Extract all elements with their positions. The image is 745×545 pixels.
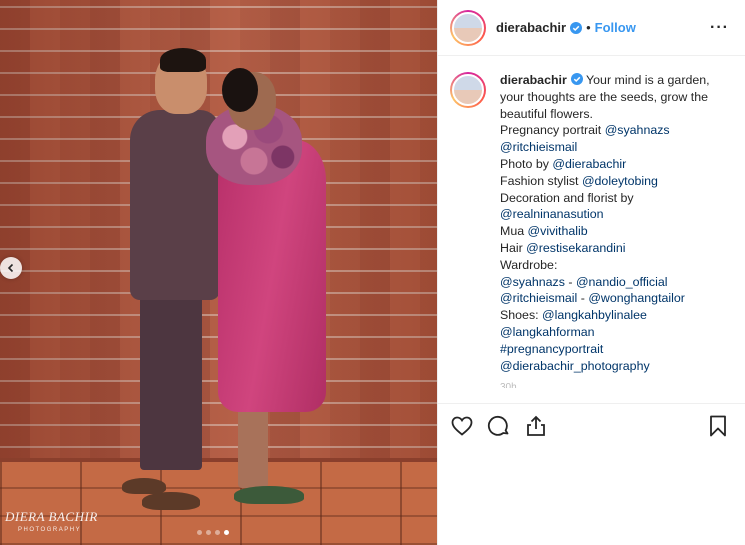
mention-link[interactable]: @langkahbylinalee bbox=[542, 308, 647, 322]
post-container: DIERA BACHIR PHOTOGRAPHY dierabachir • F… bbox=[0, 0, 745, 545]
mention-link[interactable]: @syahnazs bbox=[500, 275, 565, 289]
share-icon bbox=[527, 415, 545, 436]
woman-shoe bbox=[234, 486, 304, 504]
caption-text-segment: Mua bbox=[500, 224, 528, 239]
man-shoe bbox=[142, 492, 200, 510]
bookmark-icon bbox=[710, 415, 726, 437]
caption-line: Pregnancy portrait @syahnazs bbox=[500, 122, 730, 139]
post-timestamp[interactable]: 30h bbox=[500, 380, 730, 388]
caption-line: @syahnazs - @nandio_official bbox=[500, 274, 730, 291]
caption-line: @dierabachir_photography bbox=[500, 358, 730, 375]
woman-hair bbox=[222, 68, 258, 112]
caption-line: @langkahforman bbox=[500, 324, 730, 341]
carousel-dot[interactable] bbox=[224, 530, 229, 535]
mention-link[interactable]: @langkahforman bbox=[500, 325, 595, 339]
comment-bubble-icon bbox=[487, 415, 509, 436]
share-button[interactable] bbox=[524, 414, 548, 438]
more-options-icon[interactable]: ··· bbox=[710, 19, 729, 37]
mention-link[interactable]: @ritchieismail bbox=[500, 140, 577, 154]
caption-username[interactable]: dierabachir bbox=[500, 73, 567, 87]
mention-link[interactable]: @wonghangtailor bbox=[588, 291, 685, 305]
caption-line: Photo by @dierabachir bbox=[500, 156, 730, 173]
caption-line: Mua @vivithalib bbox=[500, 223, 730, 240]
verified-badge-icon bbox=[570, 73, 583, 85]
caption-text-segment: Pregnancy portrait bbox=[500, 123, 605, 138]
mention-link[interactable]: @realninanasution bbox=[500, 207, 604, 221]
post-photo[interactable]: DIERA BACHIR PHOTOGRAPHY bbox=[0, 0, 437, 545]
caption-line: Hair @restisekarandini bbox=[500, 240, 730, 257]
caption-text-segment: - bbox=[564, 274, 576, 289]
mention-link[interactable]: @ritchieismail bbox=[500, 291, 577, 305]
caption-text-segment: Fashion stylist bbox=[500, 173, 582, 188]
caption-text-segment: Hair bbox=[500, 240, 527, 255]
heart-icon bbox=[451, 416, 473, 436]
header-username[interactable]: dierabachir bbox=[496, 20, 566, 35]
mention-link[interactable]: @dierabachir bbox=[552, 157, 626, 171]
verified-badge-icon bbox=[570, 21, 583, 34]
caption-line: #pregnancyportrait bbox=[500, 341, 730, 358]
caption-avatar[interactable] bbox=[450, 72, 486, 108]
post-header: dierabachir • Follow ··· bbox=[438, 0, 745, 56]
mention-link[interactable]: @nandio_official bbox=[576, 275, 668, 289]
mention-link[interactable]: @syahnazs bbox=[605, 123, 670, 137]
caption-text-segment: Photo by bbox=[500, 156, 553, 171]
photo-watermark: DIERA BACHIR bbox=[5, 509, 98, 524]
photo-watermark-sub: PHOTOGRAPHY bbox=[18, 527, 82, 533]
caption-line: @realninanasution bbox=[500, 206, 730, 223]
caption-line: @ritchieismail bbox=[500, 139, 730, 156]
post-sidebar: dierabachir • Follow ··· dierabachir You… bbox=[437, 0, 745, 545]
caption-text: dierabachir Your mind is a garden, your … bbox=[500, 72, 730, 404]
mention-link[interactable]: @restisekarandini bbox=[526, 241, 625, 255]
separator-dot: • bbox=[586, 20, 591, 35]
caption-line: Wardrobe: bbox=[500, 257, 730, 274]
man-hair bbox=[160, 48, 206, 72]
follow-button[interactable]: Follow bbox=[595, 20, 636, 35]
caption-text-segment: Decoration and florist by bbox=[500, 190, 634, 205]
chevron-left-icon bbox=[7, 263, 14, 273]
carousel-dot[interactable] bbox=[215, 530, 220, 535]
save-button[interactable] bbox=[706, 414, 730, 438]
caption-line: Shoes: @langkahbylinalee bbox=[500, 307, 730, 324]
like-button[interactable] bbox=[450, 414, 474, 438]
caption-line: @ritchieismail - @wonghangtailor bbox=[500, 290, 730, 307]
caption-text-segment: Shoes: bbox=[500, 308, 543, 323]
avatar[interactable] bbox=[450, 9, 486, 46]
man-shoe bbox=[122, 478, 166, 494]
woman-legs bbox=[238, 408, 268, 488]
comment-button[interactable] bbox=[487, 414, 511, 438]
mention-link[interactable]: @doleytobing bbox=[582, 174, 658, 188]
man-trousers bbox=[140, 290, 202, 470]
caption-area: dierabachir Your mind is a garden, your … bbox=[438, 56, 745, 404]
mention-link[interactable]: @dierabachir_photography bbox=[500, 359, 650, 373]
carousel-prev-button[interactable] bbox=[0, 257, 22, 279]
hashtag-link[interactable]: #pregnancyportrait bbox=[500, 342, 603, 356]
caption-text-segment: - bbox=[577, 291, 589, 306]
caption-line: Decoration and florist by bbox=[500, 190, 730, 207]
carousel-dot[interactable] bbox=[206, 530, 211, 535]
caption-text-segment: Wardrobe: bbox=[500, 257, 558, 272]
action-bar bbox=[438, 403, 745, 448]
carousel-indicator bbox=[197, 530, 229, 535]
mention-link[interactable]: @vivithalib bbox=[528, 224, 588, 238]
carousel-dot[interactable] bbox=[197, 530, 202, 535]
caption-line: Fashion stylist @doleytobing bbox=[500, 173, 730, 190]
